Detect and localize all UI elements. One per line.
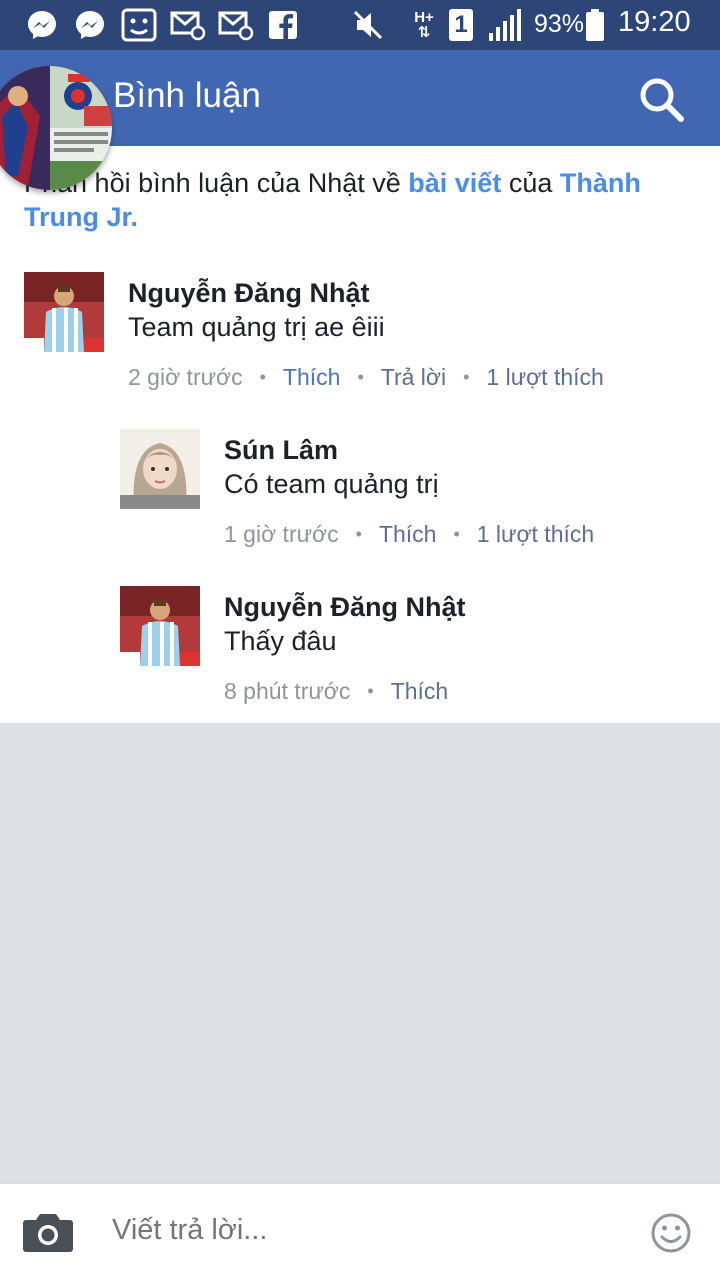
separator-dot: • (367, 681, 374, 701)
separator-dot: • (463, 367, 470, 387)
network-label: H+ (414, 9, 434, 26)
emoji-button[interactable] (650, 1212, 692, 1254)
separator-dot: • (357, 367, 364, 387)
like-button[interactable]: Thích (283, 364, 341, 391)
reply-button[interactable]: Trả lời (381, 364, 446, 391)
comment-actions: 1 giờ trước • Thích • 1 lượt thích (224, 521, 594, 548)
reply-input[interactable] (112, 1214, 612, 1247)
separator-dot: • (355, 524, 362, 544)
clock: 19:20 (618, 6, 691, 38)
search-icon (640, 78, 684, 122)
reply-context: Phản hồi bình luận của Nhật về bài viết … (24, 166, 704, 234)
comment-author[interactable]: Nguyễn Đăng Nhật (224, 592, 466, 623)
like-button[interactable]: Thích (379, 521, 437, 548)
separator-dot: • (453, 524, 460, 544)
avatar[interactable] (120, 429, 200, 509)
separator-dot: • (259, 367, 266, 387)
avatar[interactable] (24, 272, 104, 352)
network-icon: H+ ⇅ (414, 9, 434, 41)
mute-icon (350, 8, 386, 42)
facebook-icon (268, 8, 298, 42)
email-icon (218, 8, 254, 42)
messenger-icon (24, 8, 60, 42)
comment-text: Team quảng trị ae êiii (128, 312, 385, 342)
comment-author[interactable]: Nguyễn Đăng Nhật (128, 278, 370, 309)
comment-text: Thấy đâu (224, 626, 337, 656)
likes-count[interactable]: 1 lượt thích (486, 364, 603, 391)
comment-thread: Phản hồi bình luận của Nhật về bài viết … (0, 146, 720, 723)
camera-icon (23, 1214, 73, 1252)
sim-slot-label: 1 (449, 9, 473, 41)
email-icon (170, 8, 206, 42)
sim-icon: 1 (448, 8, 474, 42)
comment-actions: 2 giờ trước • Thích • Trả lời • 1 lượt t… (128, 364, 604, 391)
face-icon (120, 8, 158, 42)
comment-time: 8 phút trước (224, 678, 351, 704)
signal-icon (486, 8, 522, 42)
page-title: Bình luận (113, 76, 261, 115)
comment-text: Có team quảng trị (224, 469, 439, 499)
comment-time: 1 giờ trước (224, 521, 339, 547)
status-bar: H+ ⇅ 1 93% 19:20 (0, 0, 720, 50)
comment-author[interactable]: Sún Lâm (224, 435, 338, 466)
like-button[interactable]: Thích (391, 678, 449, 705)
reply-composer (0, 1183, 720, 1280)
smiley-icon (651, 1213, 691, 1253)
battery-icon (584, 8, 606, 42)
avatar[interactable] (120, 586, 200, 666)
comment-time: 2 giờ trước (128, 364, 243, 390)
likes-count[interactable]: 1 lượt thích (477, 521, 594, 548)
camera-button[interactable] (22, 1210, 74, 1254)
context-text: của (501, 168, 560, 198)
messenger-icon (72, 8, 108, 42)
search-button[interactable] (636, 74, 692, 126)
comment-actions: 8 phút trước • Thích (224, 678, 448, 705)
post-link[interactable]: bài viết (408, 168, 501, 198)
battery-percent: 93% (534, 10, 585, 38)
